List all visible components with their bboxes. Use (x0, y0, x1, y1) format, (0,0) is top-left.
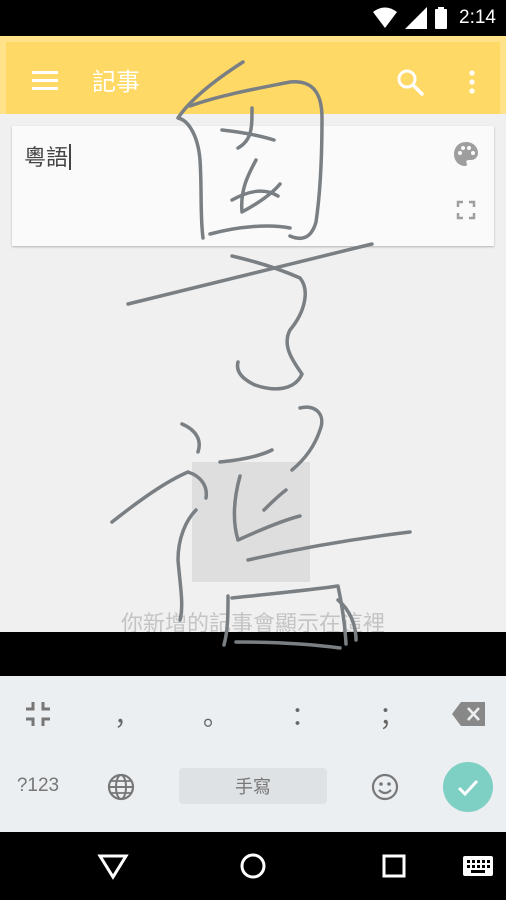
status-time: 2:14 (459, 7, 496, 28)
handwriting-keyboard: ， 。 ： ； ?123 手寫 (0, 676, 506, 832)
backspace-icon (452, 702, 485, 726)
app-title: 記事 (92, 68, 140, 96)
note-input[interactable]: 粵語 (24, 140, 72, 172)
app-bar: 記事 (0, 36, 506, 114)
keyboard-icon (463, 856, 493, 876)
emoji-icon (371, 773, 399, 801)
hamburger-menu-icon (32, 71, 58, 90)
search-button[interactable] (394, 66, 428, 100)
emoji-key[interactable] (368, 770, 402, 804)
take-note-card[interactable]: 粵語 (12, 126, 494, 246)
navigation-bar (0, 832, 506, 900)
menu-button[interactable] (30, 68, 60, 92)
note-input-text: 粵語 (24, 146, 69, 171)
home-circle-icon (240, 853, 266, 879)
battery-icon (435, 7, 448, 29)
comma-key[interactable]: ， (107, 694, 147, 734)
language-key[interactable] (104, 770, 138, 804)
text-caret (69, 144, 72, 170)
app-bar-inner: 記事 (6, 42, 500, 114)
back-triangle-icon (97, 854, 129, 880)
recents-square-icon (382, 854, 406, 878)
globe-icon (107, 773, 135, 801)
color-palette-button[interactable] (452, 140, 480, 168)
period-key[interactable]: 。 (196, 694, 236, 734)
notes-app: 記事 粵語 你新增的記事會顯示在這裡 (0, 36, 506, 632)
fullscreen-exit-icon (26, 702, 50, 726)
more-vert-icon (469, 70, 475, 94)
empty-state-text: 你新增的記事會顯示在這裡 (120, 612, 385, 632)
wifi-icon (373, 7, 398, 28)
cell-signal-icon (405, 7, 428, 29)
symbols-key[interactable]: ?123 (10, 768, 66, 804)
space-key[interactable]: 手寫 (179, 768, 327, 804)
check-icon (457, 779, 479, 797)
fullscreen-icon (456, 200, 476, 220)
fullscreen-button[interactable] (454, 198, 478, 222)
palette-icon (454, 142, 478, 166)
recents-button[interactable] (380, 852, 408, 880)
empty-notes-illustration (192, 462, 310, 582)
home-button[interactable] (238, 851, 268, 881)
back-button[interactable] (96, 852, 130, 880)
colon-key[interactable]: ： (284, 694, 324, 734)
backspace-key[interactable] (448, 696, 490, 732)
done-key[interactable] (443, 762, 493, 812)
more-options-button[interactable] (458, 66, 486, 100)
collapse-keyboard-key[interactable] (18, 694, 58, 734)
semicolon-key[interactable]: ； (372, 694, 412, 734)
keyboard-switch-button[interactable] (462, 854, 494, 878)
status-icons: 2:14 (373, 6, 496, 30)
status-bar: 2:14 (0, 0, 506, 36)
search-icon (397, 69, 424, 96)
